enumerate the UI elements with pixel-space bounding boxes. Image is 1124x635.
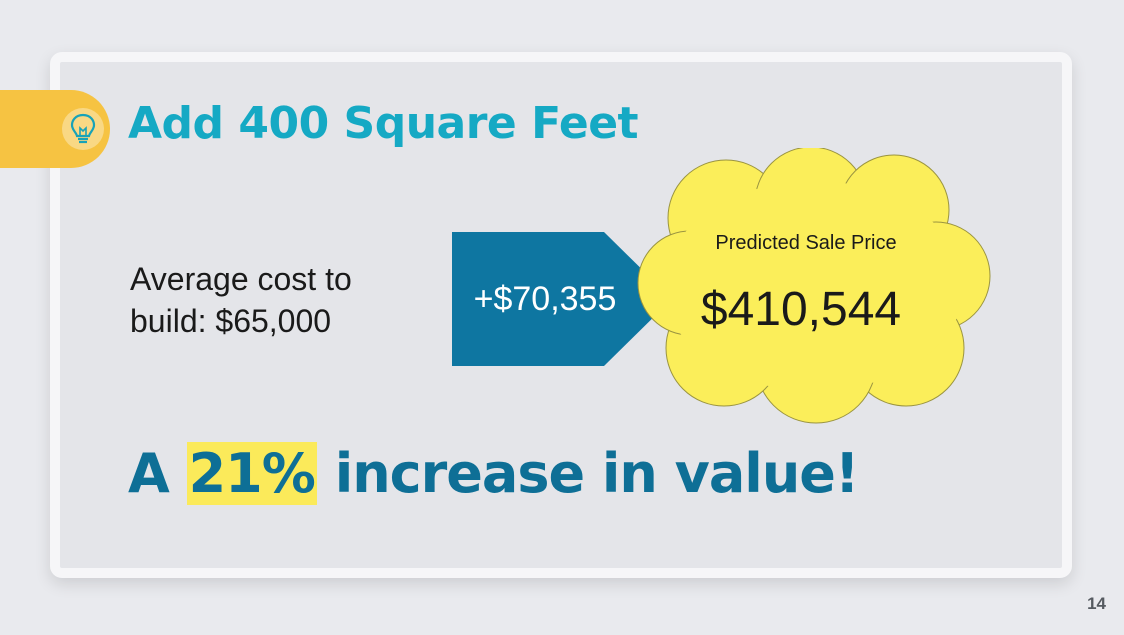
prediction-cloud: Predicted Sale Price $410,544 <box>636 148 998 428</box>
lightbulb-icon <box>60 106 106 152</box>
average-cost-text: Average cost to build: $65,000 <box>130 261 352 339</box>
headline-suffix: increase in value! <box>334 442 860 505</box>
headline: A 21% increase in value! <box>128 442 860 505</box>
predicted-price: $410,544 <box>700 283 902 336</box>
slide-title: Add 400 Square Feet <box>128 98 639 149</box>
page-number: 14 <box>1087 594 1106 613</box>
increase-amount: +$70,355 <box>473 280 617 318</box>
headline-prefix: A <box>128 442 170 505</box>
prediction-label: Predicted Sale Price <box>715 232 897 254</box>
headline-highlight: 21% <box>186 442 317 505</box>
